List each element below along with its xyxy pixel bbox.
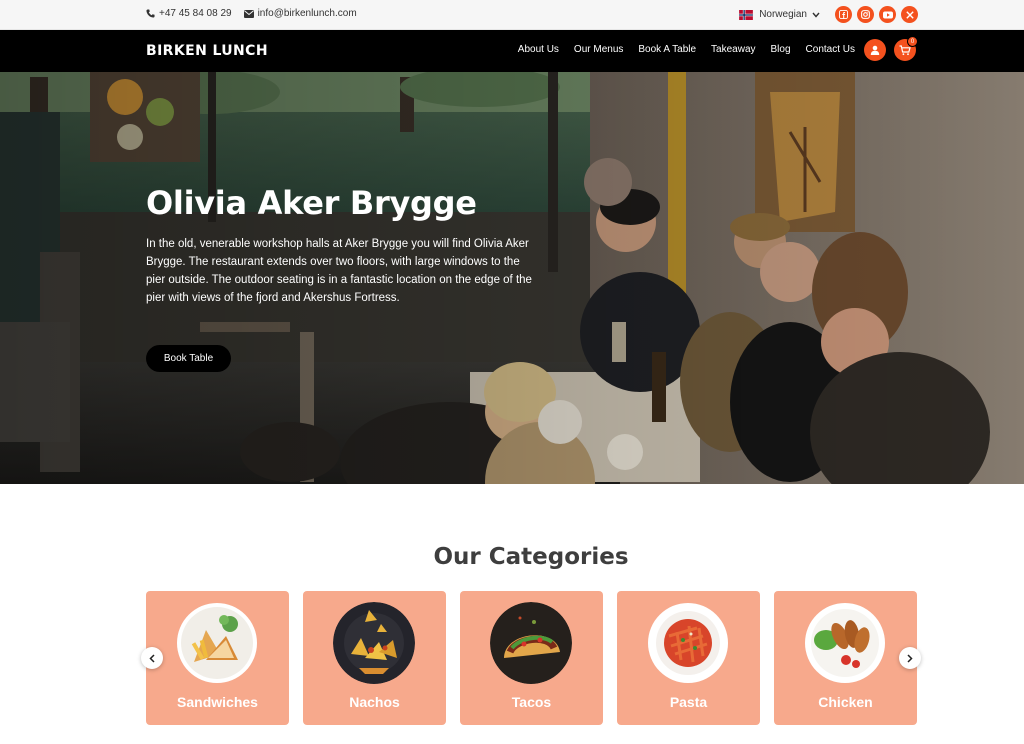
nav-about-us[interactable]: About Us: [518, 44, 559, 55]
carousel-next-button[interactable]: [899, 647, 921, 669]
nav-blog[interactable]: Blog: [771, 44, 791, 55]
user-icon: [870, 45, 880, 55]
category-label: Sandwiches: [177, 694, 258, 710]
language-label: Norwegian: [759, 9, 807, 20]
phone-link[interactable]: +47 45 84 08 29: [146, 8, 232, 19]
category-label: Pasta: [669, 694, 708, 710]
instagram-icon: [861, 10, 870, 19]
cart-count-badge: 0: [907, 36, 918, 47]
category-carousel: Sandwiches Nachos Tacos Pasta Chicken: [146, 591, 917, 725]
nav-contact-us[interactable]: Contact Us: [806, 44, 855, 55]
language-selector[interactable]: Norwegian: [739, 9, 820, 20]
mail-icon: [243, 9, 254, 18]
chevron-right-icon: [907, 653, 913, 663]
tacos-image: [490, 602, 572, 684]
hero-title: Olivia Aker Brygge: [146, 184, 477, 222]
pasta-plate-image: [647, 602, 729, 684]
norway-flag-icon: [739, 9, 754, 20]
x-button[interactable]: [901, 6, 918, 23]
category-card-nachos[interactable]: Nachos: [303, 591, 446, 725]
youtube-icon: [882, 11, 893, 18]
chevron-down-icon: [812, 12, 820, 18]
hero-description: In the old, venerable workshop halls at …: [146, 238, 532, 304]
facebook-icon: [839, 10, 848, 19]
category-card-tacos[interactable]: Tacos: [460, 591, 603, 725]
category-card-pasta[interactable]: Pasta: [617, 591, 760, 725]
phone-number: +47 45 84 08 29: [159, 8, 232, 19]
sandwich-plate-image: [176, 602, 258, 684]
instagram-button[interactable]: [857, 6, 874, 23]
categories-heading: Our Categories: [433, 544, 629, 570]
top-contact-bar: +47 45 84 08 29 info@birkenlunch.com Nor…: [0, 0, 1024, 30]
main-menu: About Us Our Menus Book A Table Takeaway…: [503, 44, 855, 55]
nav-our-menus[interactable]: Our Menus: [574, 44, 623, 55]
book-table-button[interactable]: Book Table: [146, 345, 231, 372]
contact-info: +47 45 84 08 29 info@birkenlunch.com: [146, 8, 369, 19]
facebook-button[interactable]: [835, 6, 852, 23]
site-logo[interactable]: BIRKEN LUNCH: [146, 43, 268, 59]
email-address: info@birkenlunch.com: [257, 8, 357, 19]
nachos-image: [333, 602, 415, 684]
category-label: Chicken: [818, 694, 873, 710]
account-button[interactable]: [864, 39, 886, 61]
phone-icon: [146, 9, 155, 18]
chicken-plate-image: [804, 602, 886, 684]
nav-takeaway[interactable]: Takeaway: [711, 44, 755, 55]
category-label: Tacos: [511, 694, 552, 710]
email-link[interactable]: info@birkenlunch.com: [243, 8, 357, 19]
carousel-prev-button[interactable]: [141, 647, 163, 669]
category-card-sandwiches[interactable]: Sandwiches: [146, 591, 289, 725]
youtube-button[interactable]: [879, 6, 896, 23]
category-card-chicken[interactable]: Chicken: [774, 591, 917, 725]
category-label: Nachos: [349, 694, 400, 710]
chevron-left-icon: [149, 653, 155, 663]
hero-section: Olivia Aker Brygge In the old, venerable…: [0, 72, 1024, 484]
x-icon: [905, 10, 914, 19]
nav-book-a-table[interactable]: Book A Table: [638, 44, 696, 55]
